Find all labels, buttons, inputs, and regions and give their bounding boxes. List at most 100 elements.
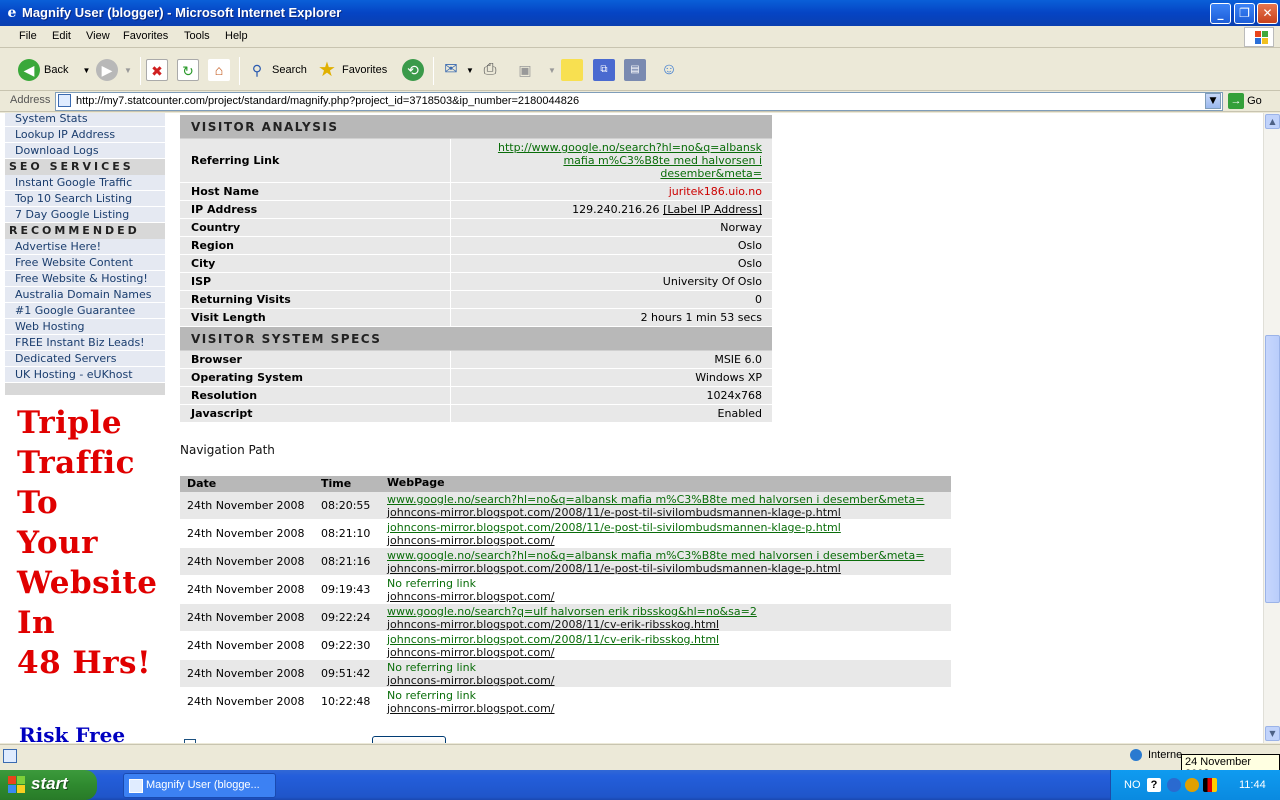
tray-arrow-icon[interactable] [1167,778,1181,792]
favorites-button[interactable]: ★ Favorites [316,57,387,83]
address-url[interactable]: http://my7.statcounter.com/project/stand… [76,95,579,107]
page-link[interactable]: johncons-mirror.blogspot.com/ [387,534,951,547]
sidebar-item-system-stats[interactable]: System Stats [5,113,165,127]
referring-link[interactable]: http://www.google.no/search?hl=no&q=alba… [481,141,762,180]
minimize-button[interactable]: _ [1210,3,1231,24]
help-icon[interactable]: ? [1147,778,1161,792]
title-bar: e Magnify User (blogger) - Microsoft Int… [0,0,1280,26]
cell-time: 08:21:10 [321,527,371,540]
header-date: Date [187,477,217,490]
referrer-link[interactable]: www.google.no/search?hl=no&q=albansk maf… [387,493,951,506]
menu-tools[interactable]: Tools [184,30,210,42]
sidebar-item-free-content[interactable]: Free Website Content [5,255,165,271]
messenger-button[interactable]: ☺ [658,57,684,83]
maximize-button[interactable]: ❐ [1234,3,1255,24]
table-row: 24th November 2008 08:20:55 www.google.no/… [180,492,951,520]
chevron-down-icon[interactable]: ▼ [124,66,132,75]
notes-button[interactable] [561,57,587,83]
sidebar-item-biz-leads[interactable]: FREE Instant Biz Leads! [5,335,165,351]
start-button[interactable]: start [0,770,97,800]
page-link[interactable]: johncons-mirror.blogspot.com/ [387,702,951,715]
menu-help[interactable]: Help [225,30,248,42]
clock[interactable]: 11:44 [1239,779,1266,791]
sidebar-item-advertise[interactable]: Advertise Here! [5,239,165,255]
page-link[interactable]: johncons-mirror.blogspot.com/2008/11/e-p… [387,562,951,575]
taskbar-item-ie[interactable]: Magnify User (blogge... [123,773,276,798]
edit-button[interactable]: ▣ ▼ [514,57,556,83]
table-row: Resolution 1024x768 [180,387,772,405]
table-row: Operating System Windows XP [180,369,772,387]
back-button[interactable]: ◀ Back ▼ [18,57,90,83]
referrer-link[interactable]: www.google.no/search?q=ulf halvorsen eri… [387,605,951,618]
sidebar-item-free-hosting[interactable]: Free Website & Hosting! [5,271,165,287]
refresh-button[interactable]: ↻ [177,57,203,83]
media-button[interactable]: ▤ [624,57,650,83]
sidebar-item-top10[interactable]: Top 10 Search Listing [5,191,165,207]
search-button[interactable]: ⚲ Search [246,57,307,83]
checkbox[interactable] [184,739,196,743]
cell-webpage: johncons-mirror.blogspot.com/2008/11/cv-… [380,632,951,659]
menu-file[interactable]: File [19,30,37,42]
history-button[interactable]: ⟲ [402,57,428,83]
print-button[interactable]: ⎙ [479,57,505,83]
row-label: Referring Link [180,139,451,182]
chevron-down-icon[interactable]: ▼ [548,66,556,75]
sidebar-item-7day[interactable]: 7 Day Google Listing [5,207,165,223]
label-ip-link[interactable]: [Label IP Address] [663,203,762,216]
cell-date: 24th November 2008 [187,499,305,512]
referrer-link[interactable]: johncons-mirror.blogspot.com/2008/11/e-p… [387,521,951,534]
scroll-down-icon[interactable]: ▼ [1265,726,1280,741]
stop-button[interactable]: ✖ [146,57,172,83]
chevron-down-icon[interactable]: ▼ [1205,93,1221,109]
go-button[interactable]: → Go [1228,93,1278,110]
row-label: Operating System [180,369,451,386]
menu-edit[interactable]: Edit [52,30,71,42]
cell-webpage: No referring link johncons-mirror.blogspo… [380,660,951,687]
research-button[interactable]: ⧉ [593,57,619,83]
scroll-up-icon[interactable]: ▲ [1265,114,1280,129]
row-value: 0 [755,293,762,306]
row-value: Windows XP [695,371,762,384]
row-value: 1024x768 [706,389,763,402]
table-row: Region Oslo [180,237,772,255]
sidebar-item-dedicated[interactable]: Dedicated Servers [5,351,165,367]
vertical-scrollbar[interactable]: ▲ ▼ [1263,113,1280,743]
language-indicator[interactable]: NO [1124,779,1141,791]
ad-risk-free[interactable]: Risk Free [19,723,125,743]
sidebar-item-download-logs[interactable]: Download Logs [5,143,165,159]
row-value: Oslo [737,257,762,270]
table-row: ISP University Of Oslo [180,273,772,291]
scroll-thumb[interactable] [1265,335,1280,603]
sidebar-item-google-guarantee[interactable]: #1 Google Guarantee [5,303,165,319]
page-link[interactable]: johncons-mirror.blogspot.com/2008/11/e-p… [387,506,951,519]
ad-banner[interactable]: Triple Traffic To Your Website In 48 Hrs… [17,403,157,683]
referrer-link[interactable]: www.google.no/search?hl=no&q=albansk maf… [387,549,951,562]
sidebar-footer [5,383,165,395]
network-icon[interactable] [1185,778,1199,792]
flag-icon[interactable] [1203,778,1217,792]
edit-icon: ▣ [518,62,532,78]
chevron-down-icon[interactable]: ▼ [466,66,474,75]
sidebar-item-australia-domains[interactable]: Australia Domain Names [5,287,165,303]
sidebar-item-instant-google[interactable]: Instant Google Traffic [5,175,165,191]
home-button[interactable]: ⌂ [208,57,234,83]
cell-time: 09:22:24 [321,611,371,624]
page-link[interactable]: johncons-mirror.blogspot.com/ [387,674,951,687]
mail-button[interactable]: ✉ ▼ [440,57,474,83]
chevron-down-icon[interactable]: ▼ [82,66,90,75]
close-button[interactable]: ✕ [1257,3,1278,24]
page-link[interactable]: johncons-mirror.blogspot.com/2008/11/cv-… [387,618,951,631]
sidebar-item-web-hosting[interactable]: Web Hosting [5,319,165,335]
page-link[interactable]: johncons-mirror.blogspot.com/ [387,590,951,603]
menu-view[interactable]: View [86,30,110,42]
cell-webpage: www.google.no/search?q=ulf halvorsen eri… [380,604,951,631]
window-title: Magnify User (blogger) - Microsoft Inter… [22,5,342,20]
menu-favorites[interactable]: Favorites [123,30,168,42]
forward-button[interactable]: ▶ ▼ [96,57,132,83]
sidebar-item-lookup-ip[interactable]: Lookup IP Address [5,127,165,143]
page-link[interactable]: johncons-mirror.blogspot.com/ [387,646,951,659]
address-label: Address [10,94,51,106]
update-button[interactable] [372,736,446,743]
sidebar-item-ukhost[interactable]: UK Hosting - eUKhost [5,367,165,383]
referrer-link[interactable]: johncons-mirror.blogspot.com/2008/11/cv-… [387,633,951,646]
